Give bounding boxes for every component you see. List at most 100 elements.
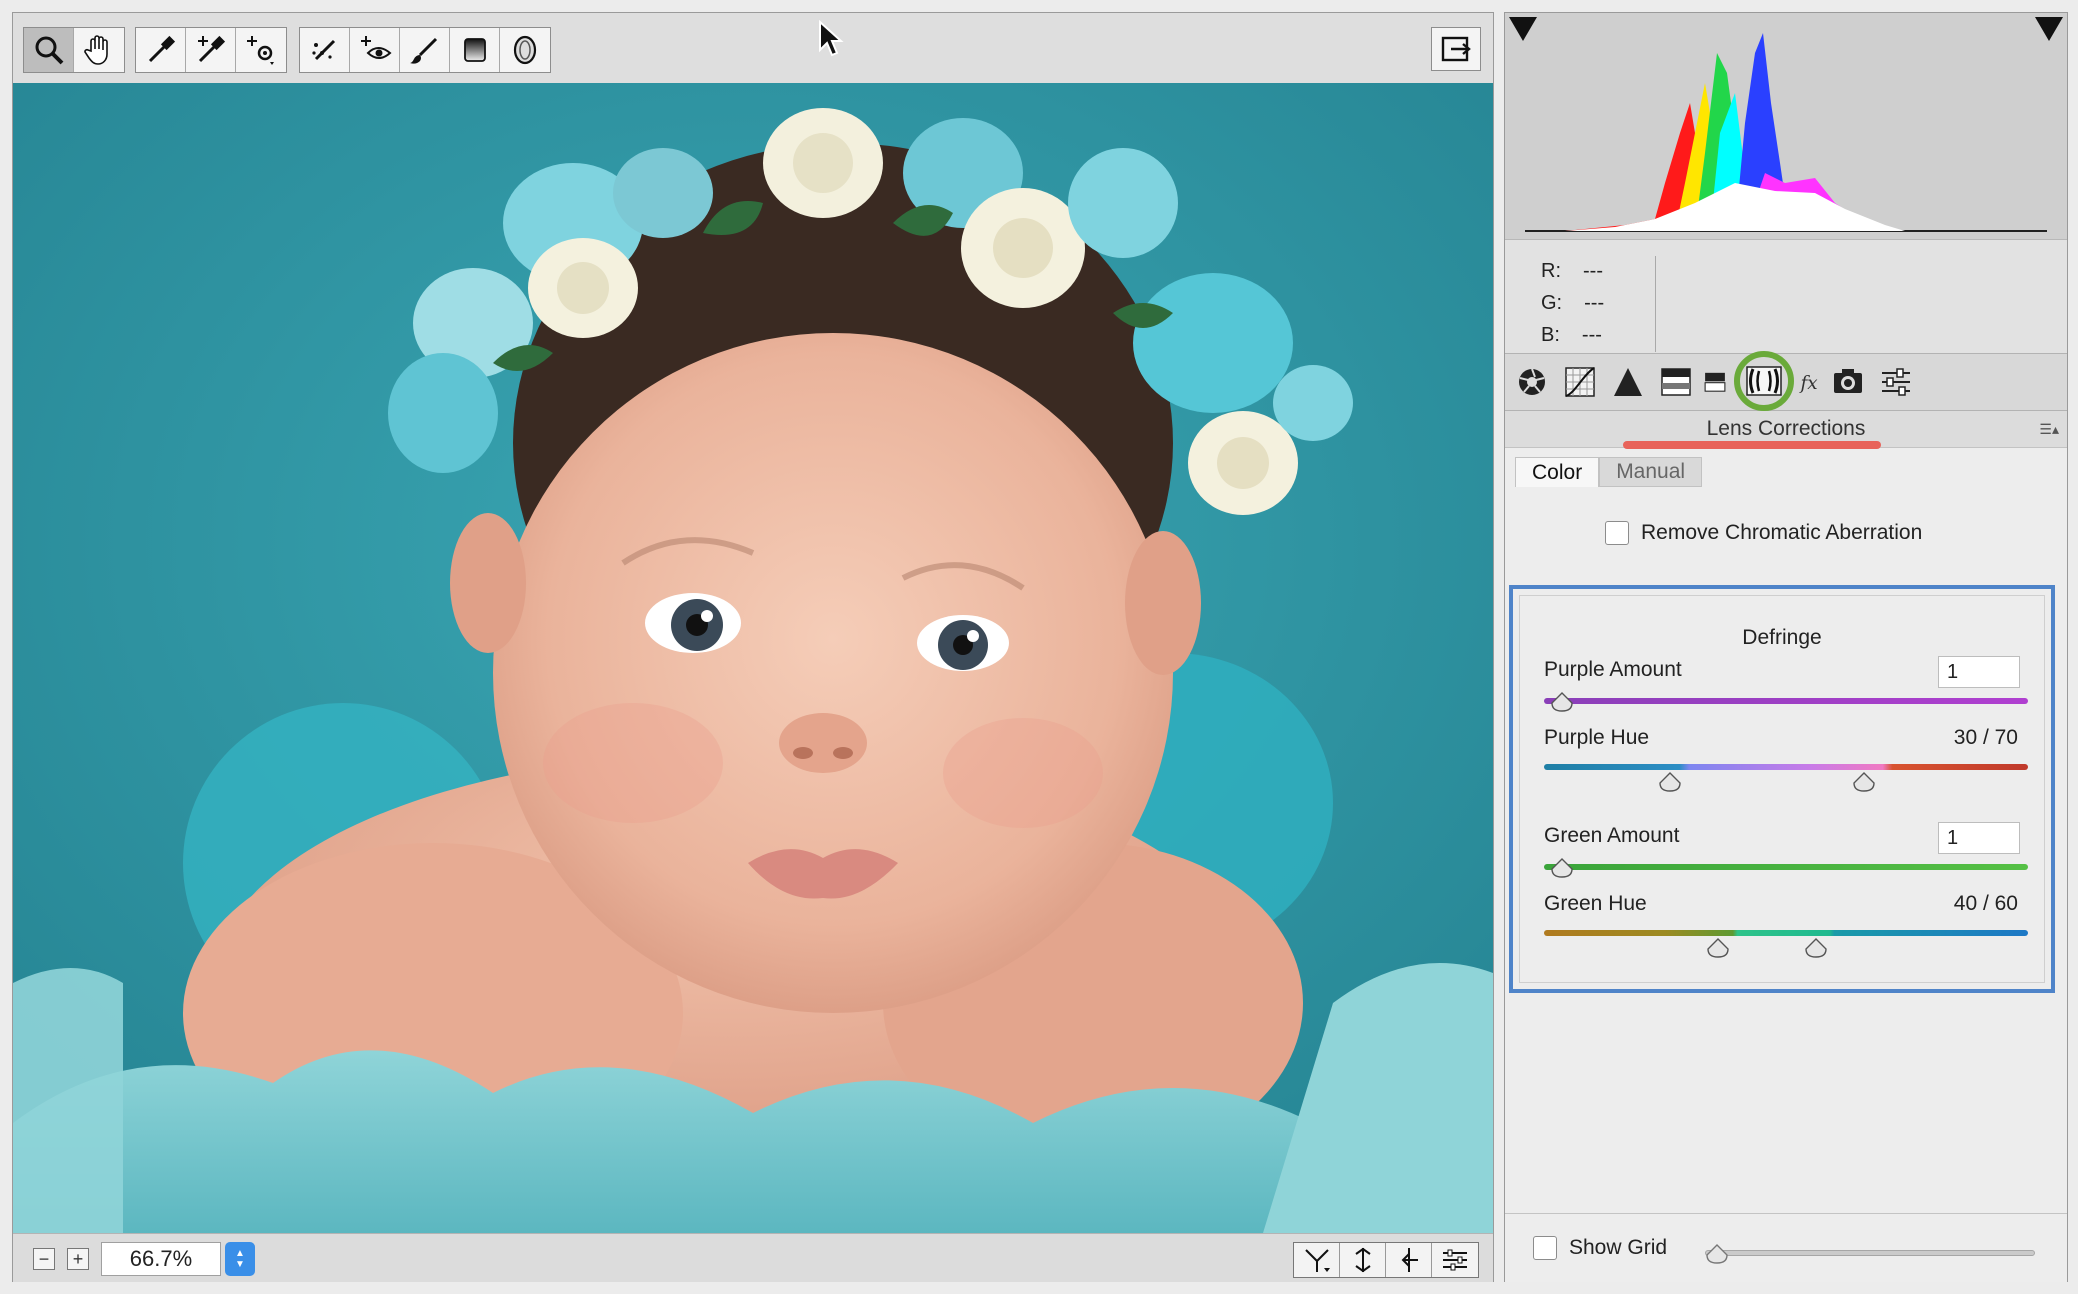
zoom-in-button[interactable]: + bbox=[67, 1248, 89, 1270]
grid-size-thumb[interactable] bbox=[1705, 1244, 1729, 1264]
purple-amount-label: Purple Amount bbox=[1544, 658, 1682, 682]
green-label: G: bbox=[1541, 292, 1562, 315]
copy-arrow-icon bbox=[1394, 1246, 1424, 1274]
purple-hue-high-thumb[interactable] bbox=[1852, 772, 1876, 792]
remove-ca-row: Remove Chromatic Aberration bbox=[1605, 521, 1922, 545]
spot-removal-tool-button[interactable] bbox=[300, 28, 350, 72]
purple-hue-label: Purple Hue bbox=[1544, 726, 1649, 750]
show-grid-checkbox[interactable] bbox=[1533, 1236, 1557, 1260]
remove-ca-checkbox[interactable] bbox=[1605, 521, 1629, 545]
histogram bbox=[1505, 13, 2067, 239]
tool-bar bbox=[13, 13, 1493, 84]
green-amount-field[interactable]: 1 bbox=[1938, 822, 2020, 854]
green-hue-track[interactable] bbox=[1544, 930, 2028, 936]
zoom-tool-button[interactable] bbox=[24, 28, 74, 72]
green-value: --- bbox=[1584, 292, 1604, 315]
green-hue-label: Green Hue bbox=[1544, 892, 1647, 916]
subtab-manual[interactable]: Manual bbox=[1599, 457, 1702, 487]
slider-thumb-icon bbox=[1658, 772, 1682, 792]
show-grid-row: Show Grid bbox=[1533, 1236, 1667, 1260]
plus-icon: + bbox=[73, 1250, 84, 1268]
radial-filter-icon bbox=[508, 33, 542, 67]
defringe-section: Defringe Purple Amount 1 Purple Hue 30 /… bbox=[1509, 585, 2055, 993]
purple-hue-low-thumb[interactable] bbox=[1658, 772, 1682, 792]
subtab-bar: Color Manual bbox=[1515, 457, 1702, 489]
swap-settings-button[interactable] bbox=[1340, 1243, 1386, 1277]
purple-amount-field[interactable]: 1 bbox=[1938, 656, 2020, 688]
tone-curve-icon bbox=[1563, 365, 1597, 399]
green-amount-track[interactable] bbox=[1544, 864, 2028, 870]
eyedropper-icon bbox=[144, 33, 178, 67]
tab-presets[interactable] bbox=[1875, 362, 1917, 402]
purple-amount-track[interactable] bbox=[1544, 698, 2028, 704]
tab-tone-curve[interactable] bbox=[1559, 362, 1601, 402]
tab-effects[interactable]: fx bbox=[1799, 362, 1825, 402]
before-after-view-button[interactable] bbox=[1294, 1243, 1340, 1277]
panel-header: Lens Corrections ☰▴ bbox=[1505, 411, 2067, 448]
tab-lens-corrections[interactable] bbox=[1733, 350, 1795, 412]
green-hue-low-thumb[interactable] bbox=[1706, 938, 1730, 958]
tab-split-toning[interactable] bbox=[1703, 362, 1727, 402]
zoom-level-field[interactable]: 66.7% bbox=[101, 1242, 221, 1276]
panel-tab-bar: fx bbox=[1505, 353, 2067, 411]
swap-icon bbox=[1348, 1246, 1378, 1274]
preview-pane: − + 66.7% ▲ ▼ bbox=[12, 12, 1494, 1282]
minus-icon: − bbox=[39, 1250, 50, 1268]
fullscreen-toggle-icon bbox=[1439, 32, 1473, 66]
hsl-icon bbox=[1659, 365, 1693, 399]
baby-portrait-image bbox=[13, 83, 1493, 1233]
before-after-icon bbox=[1302, 1246, 1332, 1274]
show-grid-label: Show Grid bbox=[1569, 1236, 1667, 1260]
purple-amount-thumb[interactable] bbox=[1550, 692, 1574, 712]
purple-hue-value: 30 / 70 bbox=[1954, 726, 2018, 750]
green-amount-value: 1 bbox=[1947, 827, 1958, 850]
detail-icon bbox=[1611, 365, 1645, 399]
defringe-inner-frame: Defringe Purple Amount 1 Purple Hue 30 /… bbox=[1519, 595, 2045, 983]
rgb-readout: R: --- G: --- B: --- bbox=[1505, 239, 2067, 368]
red-eye-icon bbox=[358, 33, 392, 67]
toggle-settings-button[interactable] bbox=[1432, 1243, 1478, 1277]
grid-size-slider[interactable] bbox=[1705, 1250, 2035, 1256]
tab-hsl[interactable] bbox=[1655, 362, 1697, 402]
histogram-graph bbox=[1505, 13, 2067, 239]
adjustment-brush-button[interactable] bbox=[400, 28, 450, 72]
copy-settings-button[interactable] bbox=[1386, 1243, 1432, 1277]
slider-thumb-icon bbox=[1550, 692, 1574, 712]
red-label: R: bbox=[1541, 260, 1561, 283]
tab-basic[interactable] bbox=[1511, 362, 1553, 402]
fullscreen-button[interactable] bbox=[1431, 27, 1481, 71]
graduated-filter-button[interactable] bbox=[450, 28, 500, 72]
green-hue-high-thumb[interactable] bbox=[1804, 938, 1828, 958]
targeted-adjustment-icon bbox=[244, 33, 278, 67]
green-readout: G: --- bbox=[1541, 292, 1604, 315]
white-balance-tool-button[interactable] bbox=[136, 28, 186, 72]
purple-hue-track[interactable] bbox=[1544, 764, 2028, 770]
zoom-out-button[interactable]: − bbox=[33, 1248, 55, 1270]
radial-filter-button[interactable] bbox=[500, 28, 550, 72]
zoom-level-stepper[interactable]: ▲ ▼ bbox=[225, 1242, 255, 1276]
color-sampler-icon bbox=[194, 33, 228, 67]
magnifier-icon bbox=[32, 33, 66, 67]
slider-thumb-icon bbox=[1550, 858, 1574, 878]
chevron-up-icon: ▲ bbox=[235, 1248, 245, 1259]
green-hue-value: 40 / 60 bbox=[1954, 892, 2018, 916]
tab-detail[interactable] bbox=[1607, 362, 1649, 402]
chevron-down-icon: ▼ bbox=[235, 1259, 245, 1270]
slider-thumb-icon bbox=[1705, 1244, 1729, 1264]
basic-icon bbox=[1515, 365, 1549, 399]
panel-menu-icon[interactable]: ☰▴ bbox=[2039, 421, 2059, 438]
status-bar: − + 66.7% ▲ ▼ bbox=[13, 1233, 1493, 1282]
image-preview[interactable] bbox=[13, 83, 1493, 1233]
green-amount-thumb[interactable] bbox=[1550, 858, 1574, 878]
camera-calibration-icon bbox=[1831, 365, 1865, 399]
subtab-color[interactable]: Color bbox=[1515, 457, 1599, 487]
color-sampler-tool-button[interactable] bbox=[186, 28, 236, 72]
tab-camera-calibration[interactable] bbox=[1827, 362, 1869, 402]
targeted-adjustment-tool-button[interactable] bbox=[236, 28, 286, 72]
red-eye-tool-button[interactable] bbox=[350, 28, 400, 72]
hand-tool-button[interactable] bbox=[74, 28, 124, 72]
navigation-tool-group bbox=[23, 27, 125, 73]
brush-icon bbox=[408, 33, 442, 67]
readout-divider bbox=[1655, 256, 1656, 352]
panel-footer: Show Grid bbox=[1505, 1213, 2067, 1282]
